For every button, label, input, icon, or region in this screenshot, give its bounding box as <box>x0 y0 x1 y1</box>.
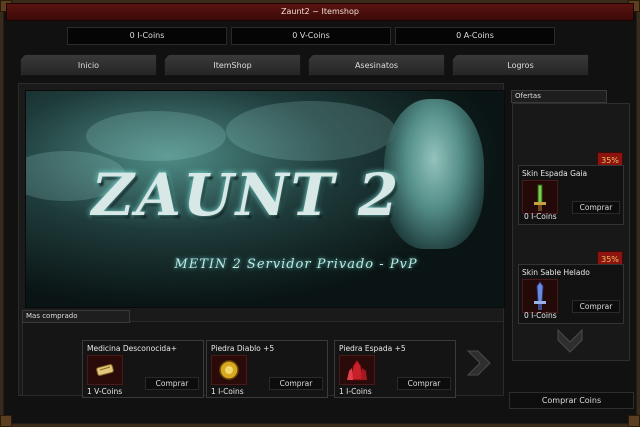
item-price: 1 V-Coins <box>87 387 123 396</box>
banner-subtitle: METIN 2 Servidor Privado - PvP <box>174 257 418 272</box>
buy-button[interactable]: Comprar <box>572 201 620 214</box>
tab-itemshop[interactable]: ItemShop <box>164 54 301 76</box>
gold-stone-icon <box>211 355 247 385</box>
frame-corner <box>0 415 12 427</box>
i-coins-balance: 0 I-Coins <box>67 27 227 45</box>
buy-button[interactable]: Comprar <box>397 377 451 390</box>
best-seller-item: Medicina Desconocida+ Comprar 1 V-Coins <box>82 340 204 398</box>
item-price: 1 I-Coins <box>211 387 244 396</box>
ice-sword-icon <box>522 279 558 313</box>
tab-inicio[interactable]: Inicio <box>20 54 157 76</box>
tab-logros[interactable]: Logros <box>452 54 589 76</box>
v-coins-balance: 0 V-Coins <box>231 27 391 45</box>
promo-banner: ZAUNT 2 METIN 2 Servidor Privado - PvP <box>25 90 505 308</box>
chevron-down-icon[interactable] <box>556 326 584 354</box>
red-crystal-icon <box>339 355 375 385</box>
offer-item: Skin Sable Helado Comprar 0 I-Coins <box>518 264 624 324</box>
item-name: Piedra Diablo +5 <box>211 344 275 353</box>
buy-button[interactable]: Comprar <box>145 377 199 390</box>
window-title: Zaunt2 ~ Itemshop <box>6 3 634 21</box>
item-name: Medicina Desconocida+ <box>87 344 178 353</box>
item-name: Piedra Espada +5 <box>339 344 406 353</box>
scroll-icon <box>87 355 123 385</box>
best-seller-item: Piedra Diablo +5 Comprar 1 I-Coins <box>206 340 328 398</box>
item-price: 1 I-Coins <box>339 387 372 396</box>
green-sword-icon <box>522 180 558 214</box>
a-coins-balance: 0 A-Coins <box>395 27 555 45</box>
offer-price: 0 I-Coins <box>524 311 557 320</box>
tab-asesinatos[interactable]: Asesinatos <box>308 54 445 76</box>
buy-button[interactable]: Comprar <box>269 377 323 390</box>
buy-button[interactable]: Comprar <box>572 300 620 313</box>
banner-logo-title: ZAUNT 2 <box>91 161 401 229</box>
best-sellers-label: Mas comprado <box>22 310 130 323</box>
offer-price: 0 I-Coins <box>524 212 557 221</box>
chevron-right-icon[interactable] <box>464 349 494 377</box>
offers-label: Ofertas <box>511 90 607 103</box>
offer-name: Skin Sable Helado <box>522 268 590 277</box>
buy-coins-button[interactable]: Comprar Coins <box>509 392 634 409</box>
banner-mist <box>226 101 396 161</box>
frame-corner <box>628 415 640 427</box>
offer-item: Skin Espada Gaia Comprar 0 I-Coins <box>518 165 624 225</box>
best-seller-item: Piedra Espada +5 Comprar 1 I-Coins <box>334 340 456 398</box>
banner-mist <box>86 111 226 161</box>
offer-name: Skin Espada Gaia <box>522 169 588 178</box>
